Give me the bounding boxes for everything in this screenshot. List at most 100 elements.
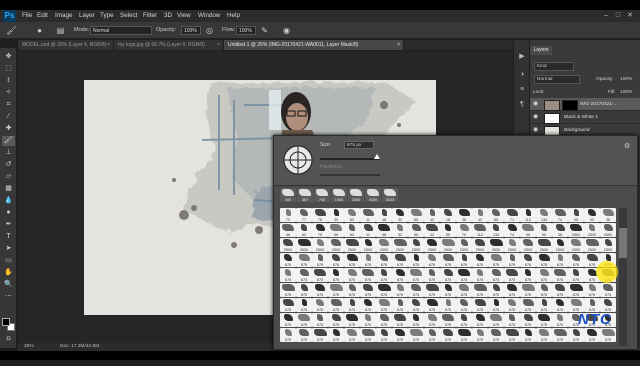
brush-tip[interactable]: 32	[392, 223, 408, 237]
brush-tip[interactable]: 675	[408, 283, 424, 297]
brush-preset[interactable]: 1900	[348, 188, 364, 202]
layer-blend-mode[interactable]: Normal	[534, 75, 580, 84]
brush-tip[interactable]: 675	[328, 253, 344, 267]
brush-tip[interactable]: 2500	[472, 238, 488, 252]
brush-tip[interactable]: 11	[360, 223, 376, 237]
brush-tip[interactable]: 675	[328, 283, 344, 297]
brush-tip[interactable]: 2500	[488, 238, 504, 252]
brush-tip[interactable]: 675	[504, 298, 520, 312]
menu-3d[interactable]: 3D	[164, 10, 172, 22]
brush-tip[interactable]: 11	[360, 208, 376, 222]
brush-tip[interactable]: 2500	[312, 238, 328, 252]
brush-preset[interactable]: 1900	[331, 188, 347, 202]
brush-tip[interactable]: 2500	[376, 238, 392, 252]
brush-tip[interactable]: 675	[360, 268, 376, 282]
more-tools-icon[interactable]: ⋯	[2, 292, 15, 302]
brush-tip[interactable]: 675	[456, 253, 472, 267]
brush-tip[interactable]: 675	[392, 268, 408, 282]
brush-tip[interactable]: 74	[504, 223, 520, 237]
brush-tip[interactable]: 675	[472, 328, 488, 342]
brush-tip[interactable]: 675	[312, 328, 328, 342]
lasso-tool-icon[interactable]: ℓ	[2, 76, 15, 86]
layer-mask-thumbnail[interactable]	[562, 100, 578, 111]
brush-tip[interactable]: 675	[280, 313, 296, 327]
brush-tip[interactable]: 675	[328, 298, 344, 312]
brush-tip[interactable]: 675	[408, 313, 424, 327]
zoom-level[interactable]: 25%	[24, 343, 34, 351]
brush-tip[interactable]: 675	[488, 283, 504, 297]
brush-tip[interactable]: 675	[424, 253, 440, 267]
brush-tip[interactable]: 675	[392, 253, 408, 267]
brush-tip[interactable]: 32	[392, 208, 408, 222]
brush-tip[interactable]: 675	[552, 328, 568, 342]
brush-tip[interactable]: 675	[456, 313, 472, 327]
brush-tip[interactable]: 2500	[600, 223, 616, 237]
close-icon[interactable]: ×	[217, 40, 220, 50]
brush-tip[interactable]: 112	[472, 223, 488, 237]
brush-tip[interactable]: 71	[504, 208, 520, 222]
brush-tip[interactable]: 675	[280, 283, 296, 297]
brush-tip[interactable]: 675	[296, 298, 312, 312]
brush-tip[interactable]: 70	[456, 223, 472, 237]
brush-tip[interactable]: 675	[488, 328, 504, 342]
brush-tip[interactable]: 2500	[328, 238, 344, 252]
brush-tip[interactable]: 675	[472, 298, 488, 312]
brush-tool-icon[interactable]: 🖌	[2, 136, 15, 146]
brush-tip[interactable]: 675	[392, 328, 408, 342]
flow-field[interactable]: 100%	[236, 26, 256, 35]
brush-tip[interactable]: 95	[520, 223, 536, 237]
brush-tip[interactable]: 2500	[568, 223, 584, 237]
brush-tip[interactable]: 675	[344, 298, 360, 312]
maximize-button[interactable]: □	[612, 10, 624, 22]
brush-tip[interactable]: 675	[440, 298, 456, 312]
brush-tip[interactable]: 2500	[424, 238, 440, 252]
brush-preset[interactable]: 4100	[365, 188, 381, 202]
brush-tip[interactable]: 675	[376, 283, 392, 297]
brush-tip[interactable]: 675	[296, 313, 312, 327]
close-button[interactable]: ✕	[624, 10, 636, 22]
brush-tip[interactable]: 39	[328, 208, 344, 222]
brush-tip[interactable]: 112	[520, 208, 536, 222]
brush-tip[interactable]: 675	[456, 328, 472, 342]
tab-my-logo[interactable]: my logo.jpg @ 66.7% (Layer 0, RGB/8) ×	[114, 40, 224, 50]
brush-preset[interactable]: 3100	[382, 188, 398, 202]
brush-tip[interactable]: 675	[568, 253, 584, 267]
brush-tip[interactable]: 675	[296, 328, 312, 342]
brush-tip[interactable]: 675	[456, 268, 472, 282]
brush-tip[interactable]: 2500	[504, 238, 520, 252]
brush-tip[interactable]: 675	[504, 328, 520, 342]
brush-tip[interactable]: 2500	[392, 238, 408, 252]
move-tool-icon[interactable]: ✥	[2, 52, 15, 62]
brush-tip[interactable]: 675	[440, 253, 456, 267]
brush-tip[interactable]: 675	[568, 283, 584, 297]
brush-tip[interactable]: 675	[424, 268, 440, 282]
play-icon[interactable]: ▶	[517, 52, 527, 62]
brush-tip[interactable]: 675	[600, 283, 616, 297]
pressure-size-icon[interactable]: ◉	[281, 25, 292, 36]
brush-tip[interactable]: 2500	[296, 238, 312, 252]
brush-angle-preview[interactable]	[282, 144, 314, 176]
visibility-eye-icon[interactable]: ◉	[533, 101, 539, 107]
close-icon[interactable]: ×	[107, 40, 110, 50]
menu-image[interactable]: Image	[55, 10, 73, 22]
brush-tip[interactable]: 42	[424, 223, 440, 237]
brush-tip[interactable]: 134	[536, 208, 552, 222]
mode-select[interactable]: Normal	[90, 26, 152, 35]
brush-tip[interactable]: 675	[344, 313, 360, 327]
brush-tip[interactable]: 675	[472, 283, 488, 297]
brush-tip[interactable]: 2500	[360, 238, 376, 252]
brush-preset[interactable]: 700	[314, 188, 330, 202]
airbrush-icon[interactable]: ✎	[259, 25, 270, 36]
visibility-eye-icon[interactable]: ◉	[533, 127, 539, 133]
brush-tip[interactable]: 48	[376, 223, 392, 237]
brush-tip[interactable]: 675	[408, 298, 424, 312]
brush-tip[interactable]: 675	[344, 253, 360, 267]
size-slider[interactable]	[320, 158, 380, 160]
brush-tip[interactable]: 77	[296, 208, 312, 222]
brush-tip[interactable]: 675	[536, 268, 552, 282]
brush-tip[interactable]: 675	[504, 313, 520, 327]
brush-tip[interactable]: 675	[536, 328, 552, 342]
brush-tip[interactable]: 675	[536, 283, 552, 297]
layer-row[interactable]: ◉ Black & White 1	[530, 111, 640, 124]
brush-tip[interactable]: 675	[568, 268, 584, 282]
